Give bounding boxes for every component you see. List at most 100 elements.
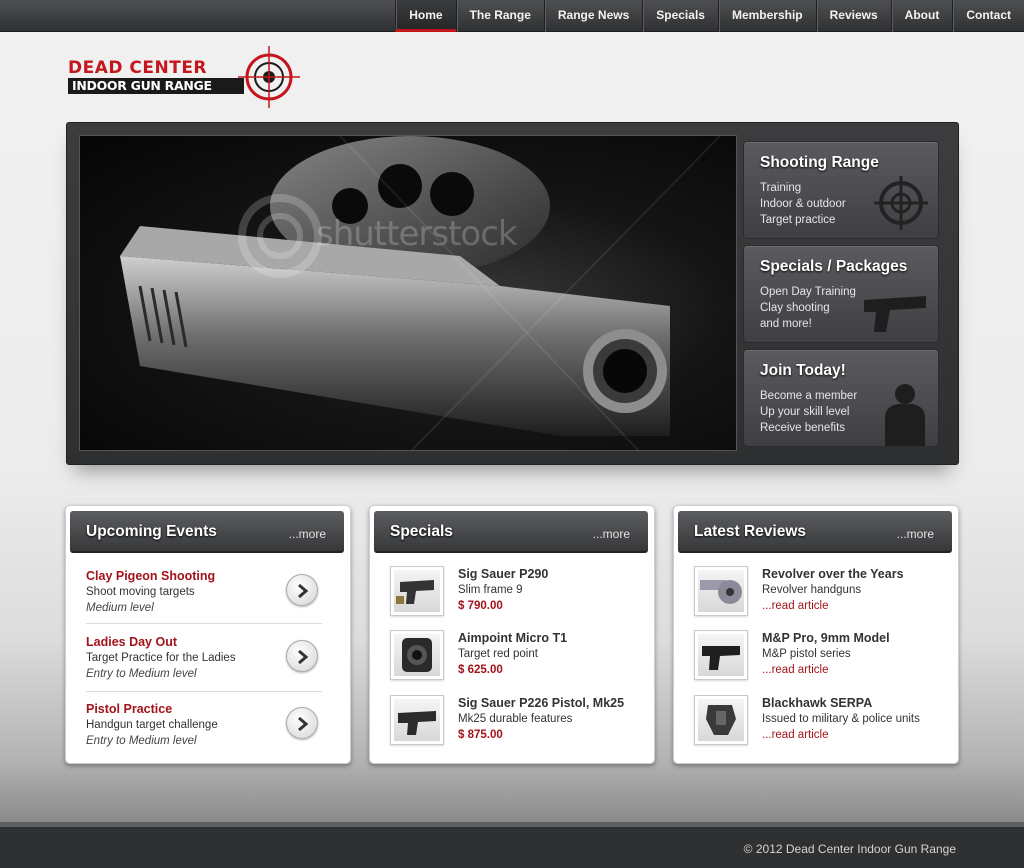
nav-home[interactable]: Home	[395, 0, 456, 32]
review-title[interactable]: Blackhawk SERPA	[762, 695, 920, 711]
panel-line: Clay shooting	[760, 302, 830, 314]
review-title[interactable]: M&P Pro, 9mm Model	[762, 630, 890, 646]
product-desc: Slim frame 9	[458, 584, 523, 596]
panel-shooting-range[interactable]: Shooting Range Training Indoor & outdoor…	[743, 141, 939, 239]
event-level: Entry to Medium level	[86, 735, 197, 747]
special-item: Sig Sauer P226 Pistol, Mk25 Mk25 durable…	[390, 695, 646, 751]
box-title: Upcoming Events	[86, 523, 217, 540]
special-item: Sig Sauer P290 Slim frame 9 $ 790.00	[390, 566, 646, 622]
panel-line: Receive benefits	[760, 422, 846, 434]
event-level: Entry to Medium level	[86, 668, 197, 680]
crosshair-icon	[874, 176, 928, 230]
event-item: Pistol Practice Handgun target challenge…	[86, 701, 322, 765]
upcoming-events-box: Upcoming Events ...more Clay Pigeon Shoo…	[65, 505, 351, 764]
more-link[interactable]: ...more	[289, 527, 326, 541]
nav-membership[interactable]: Membership	[717, 0, 816, 32]
read-article-link[interactable]: ...read article	[762, 727, 920, 743]
product-thumbnail[interactable]	[390, 566, 444, 616]
revolver-image	[700, 580, 742, 604]
special-item: Aimpoint Micro T1 Target red point $ 625…	[390, 630, 646, 686]
product-desc: Target red point	[458, 648, 538, 660]
more-link[interactable]: ...more	[897, 527, 934, 541]
nav-contact[interactable]: Contact	[952, 0, 1024, 32]
review-item: M&P Pro, 9mm Model M&P pistol series ...…	[694, 630, 950, 686]
hero-pistol-image: shutterstock	[79, 135, 737, 451]
event-title[interactable]: Ladies Day Out	[86, 634, 322, 650]
logo-line-2: INDOOR GUN RANGE	[68, 78, 244, 94]
review-thumbnail[interactable]	[694, 695, 748, 745]
nav-the-range[interactable]: The Range	[455, 0, 544, 32]
review-item: Revolver over the Years Revolver handgun…	[694, 566, 950, 622]
page-footer: © 2012 Dead Center Indoor Gun Range	[0, 822, 1024, 868]
event-item: Ladies Day Out Target Practice for the L…	[86, 634, 322, 698]
panel-line: Indoor & outdoor	[760, 198, 846, 210]
panel-title: Specials / Packages	[760, 258, 908, 275]
holster-image	[706, 705, 736, 735]
divider	[86, 623, 322, 624]
specials-box: Specials ...more Sig Sauer P290 Slim fra…	[369, 505, 655, 764]
panel-line: and more!	[760, 318, 812, 330]
divider	[86, 691, 322, 692]
silhouette-target-icon	[885, 384, 925, 446]
read-article-link[interactable]: ...read article	[762, 662, 890, 678]
review-desc: Issued to military & police units	[762, 713, 920, 725]
event-title[interactable]: Clay Pigeon Shooting	[86, 568, 322, 584]
nav-about[interactable]: About	[890, 0, 953, 32]
site-logo[interactable]: DEAD CENTER INDOOR GUN RANGE	[66, 44, 306, 110]
review-title[interactable]: Revolver over the Years	[762, 566, 904, 582]
arrow-button[interactable]	[286, 640, 318, 672]
pistol-image	[396, 580, 434, 604]
arrow-button[interactable]	[286, 707, 318, 739]
product-price: $ 875.00	[458, 729, 503, 741]
nav-specials[interactable]: Specials	[642, 0, 718, 32]
pistol-icon	[864, 296, 926, 332]
scope-image	[402, 638, 432, 672]
target-logo-icon	[238, 46, 300, 108]
box-title: Latest Reviews	[694, 523, 806, 540]
top-navigation: Home The Range Range News Specials Membe…	[0, 0, 1024, 32]
read-article-link[interactable]: ...read article	[762, 598, 904, 614]
hero-banner: shutterstock Shooting Range Training Ind…	[66, 122, 959, 465]
box-header: Latest Reviews ...more	[678, 511, 952, 553]
product-price: $ 625.00	[458, 664, 503, 676]
panel-line: Up your skill level	[760, 406, 850, 418]
box-header: Upcoming Events ...more	[70, 511, 344, 553]
panel-line: Become a member	[760, 390, 858, 402]
chevron-right-icon	[298, 649, 309, 665]
latest-reviews-box: Latest Reviews ...more Revolver over the…	[673, 505, 959, 764]
watermark-text: shutterstock	[316, 214, 518, 254]
review-thumbnail[interactable]	[694, 566, 748, 616]
product-title[interactable]: Sig Sauer P226 Pistol, Mk25	[458, 695, 624, 711]
box-header: Specials ...more	[374, 511, 648, 553]
panel-specials-packages[interactable]: Specials / Packages Open Day Training Cl…	[743, 245, 939, 343]
review-item: Blackhawk SERPA Issued to military & pol…	[694, 695, 950, 751]
product-thumbnail[interactable]	[390, 630, 444, 680]
product-price: $ 790.00	[458, 600, 503, 612]
panel-line: Training	[760, 182, 802, 194]
pistol-image	[702, 646, 740, 670]
panel-join-today[interactable]: Join Today! Become a member Up your skil…	[743, 349, 939, 447]
panel-line: Open Day Training	[760, 286, 856, 298]
review-thumbnail[interactable]	[694, 630, 748, 680]
chevron-right-icon	[298, 583, 309, 599]
panel-title: Join Today!	[760, 362, 846, 379]
product-desc: Mk25 durable features	[458, 713, 573, 725]
event-level: Medium level	[86, 602, 154, 614]
product-title[interactable]: Sig Sauer P290	[458, 566, 548, 582]
event-title[interactable]: Pistol Practice	[86, 701, 322, 717]
arrow-button[interactable]	[286, 574, 318, 606]
nav-range-news[interactable]: Range News	[543, 0, 642, 32]
product-thumbnail[interactable]	[390, 695, 444, 745]
box-title: Specials	[390, 523, 453, 540]
pistol-image	[398, 711, 436, 735]
review-desc: Revolver handguns	[762, 584, 862, 596]
logo-line-1: DEAD CENTER	[68, 58, 208, 78]
nav-reviews[interactable]: Reviews	[815, 0, 891, 32]
copyright-text: © 2012 Dead Center Indoor Gun Range	[743, 842, 956, 856]
product-title[interactable]: Aimpoint Micro T1	[458, 630, 567, 646]
more-link[interactable]: ...more	[593, 527, 630, 541]
hero-side-panels: Shooting Range Training Indoor & outdoor…	[743, 141, 939, 453]
panel-title: Shooting Range	[760, 154, 879, 171]
chevron-right-icon	[298, 716, 309, 732]
review-desc: M&P pistol series	[762, 648, 851, 660]
